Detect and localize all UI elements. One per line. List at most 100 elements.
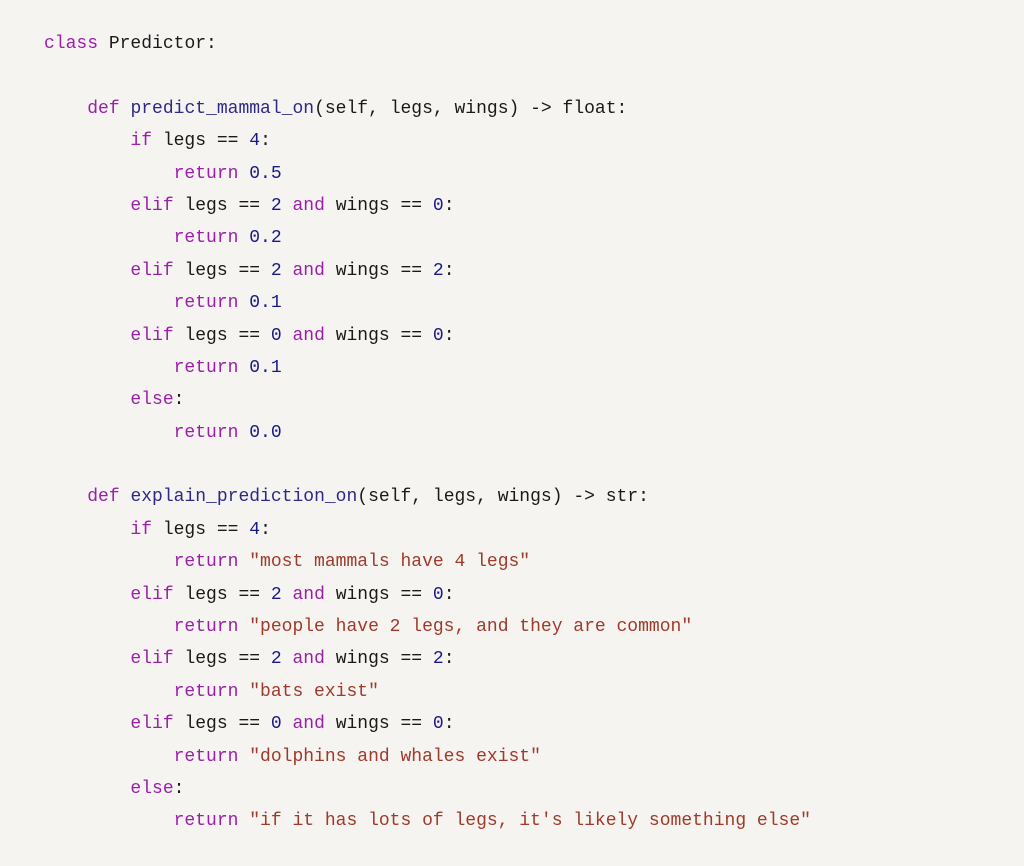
keyword-return: return [174, 552, 239, 572]
space [238, 228, 249, 248]
class-name: Predictor [109, 34, 206, 54]
keyword-return: return [174, 617, 239, 637]
colon: : [444, 649, 455, 669]
space [238, 293, 249, 313]
keyword-and: and [292, 196, 324, 216]
num-literal: 2 [271, 585, 282, 605]
keyword-if: if [130, 520, 152, 540]
return-type: str [606, 487, 638, 507]
num-literal: 0 [433, 196, 444, 216]
keyword-elif: elif [130, 585, 173, 605]
space [282, 649, 293, 669]
colon: : [174, 779, 185, 799]
cond-text: legs == [174, 649, 271, 669]
cond-text: wings == [325, 649, 433, 669]
keyword-return: return [174, 682, 239, 702]
num-literal: 0.1 [249, 293, 281, 313]
colon: : [444, 261, 455, 281]
colon: : [444, 585, 455, 605]
method-close: : [617, 99, 628, 119]
cond-text: wings == [325, 261, 433, 281]
cond-text: legs == [152, 520, 249, 540]
cond-text: legs == [174, 196, 271, 216]
keyword-class: class [44, 34, 98, 54]
space [238, 552, 249, 572]
keyword-elif: elif [130, 649, 173, 669]
cond-text: legs == [174, 326, 271, 346]
cond-text: wings == [325, 585, 433, 605]
keyword-else: else [130, 779, 173, 799]
keyword-and: and [292, 261, 324, 281]
space [238, 358, 249, 378]
num-literal: 4 [249, 131, 260, 151]
cond-text: wings == [325, 326, 433, 346]
method-close: : [638, 487, 649, 507]
space [238, 811, 249, 831]
keyword-and: and [292, 649, 324, 669]
space [98, 34, 109, 54]
keyword-return: return [174, 811, 239, 831]
string-literal: "if it has lots of legs, it's likely som… [249, 811, 811, 831]
keyword-and: and [292, 585, 324, 605]
string-literal: "bats exist" [249, 682, 379, 702]
colon: : [444, 326, 455, 346]
space [282, 326, 293, 346]
space [120, 487, 131, 507]
cond-text: legs == [174, 585, 271, 605]
space [282, 261, 293, 281]
keyword-else: else [130, 390, 173, 410]
num-literal: 0.0 [249, 423, 281, 443]
num-literal: 0 [271, 714, 282, 734]
space [238, 164, 249, 184]
space [120, 99, 131, 119]
num-literal: 2 [433, 649, 444, 669]
num-literal: 0.2 [249, 228, 281, 248]
cond-text: wings == [325, 714, 433, 734]
cond-text: wings == [325, 196, 433, 216]
keyword-def: def [87, 487, 119, 507]
method-params: (self, legs, wings) -> [357, 487, 605, 507]
space [238, 617, 249, 637]
colon: : [174, 390, 185, 410]
cond-text: legs == [174, 714, 271, 734]
keyword-and: and [292, 714, 324, 734]
colon: : [260, 131, 271, 151]
num-literal: 0.5 [249, 164, 281, 184]
num-literal: 2 [433, 261, 444, 281]
keyword-return: return [174, 228, 239, 248]
space [282, 714, 293, 734]
colon: : [260, 520, 271, 540]
num-literal: 2 [271, 261, 282, 281]
num-literal: 4 [249, 520, 260, 540]
method-name: predict_mammal_on [130, 99, 314, 119]
num-literal: 0.1 [249, 358, 281, 378]
keyword-and: and [292, 326, 324, 346]
keyword-elif: elif [130, 196, 173, 216]
keyword-elif: elif [130, 261, 173, 281]
cond-text: legs == [152, 131, 249, 151]
space [238, 423, 249, 443]
return-type: float [563, 99, 617, 119]
method-params: (self, legs, wings) -> [314, 99, 562, 119]
keyword-return: return [174, 423, 239, 443]
num-literal: 0 [433, 585, 444, 605]
string-literal: "most mammals have 4 legs" [249, 552, 530, 572]
string-literal: "dolphins and whales exist" [249, 747, 541, 767]
colon: : [444, 714, 455, 734]
num-literal: 0 [433, 714, 444, 734]
keyword-elif: elif [130, 714, 173, 734]
keyword-return: return [174, 164, 239, 184]
cond-text: legs == [174, 261, 271, 281]
keyword-return: return [174, 358, 239, 378]
colon: : [206, 34, 217, 54]
space [238, 747, 249, 767]
num-literal: 0 [433, 326, 444, 346]
method-name: explain_prediction_on [130, 487, 357, 507]
space [282, 585, 293, 605]
keyword-def: def [87, 99, 119, 119]
keyword-elif: elif [130, 326, 173, 346]
space [238, 682, 249, 702]
keyword-return: return [174, 293, 239, 313]
num-literal: 0 [271, 326, 282, 346]
string-literal: "people have 2 legs, and they are common… [249, 617, 692, 637]
